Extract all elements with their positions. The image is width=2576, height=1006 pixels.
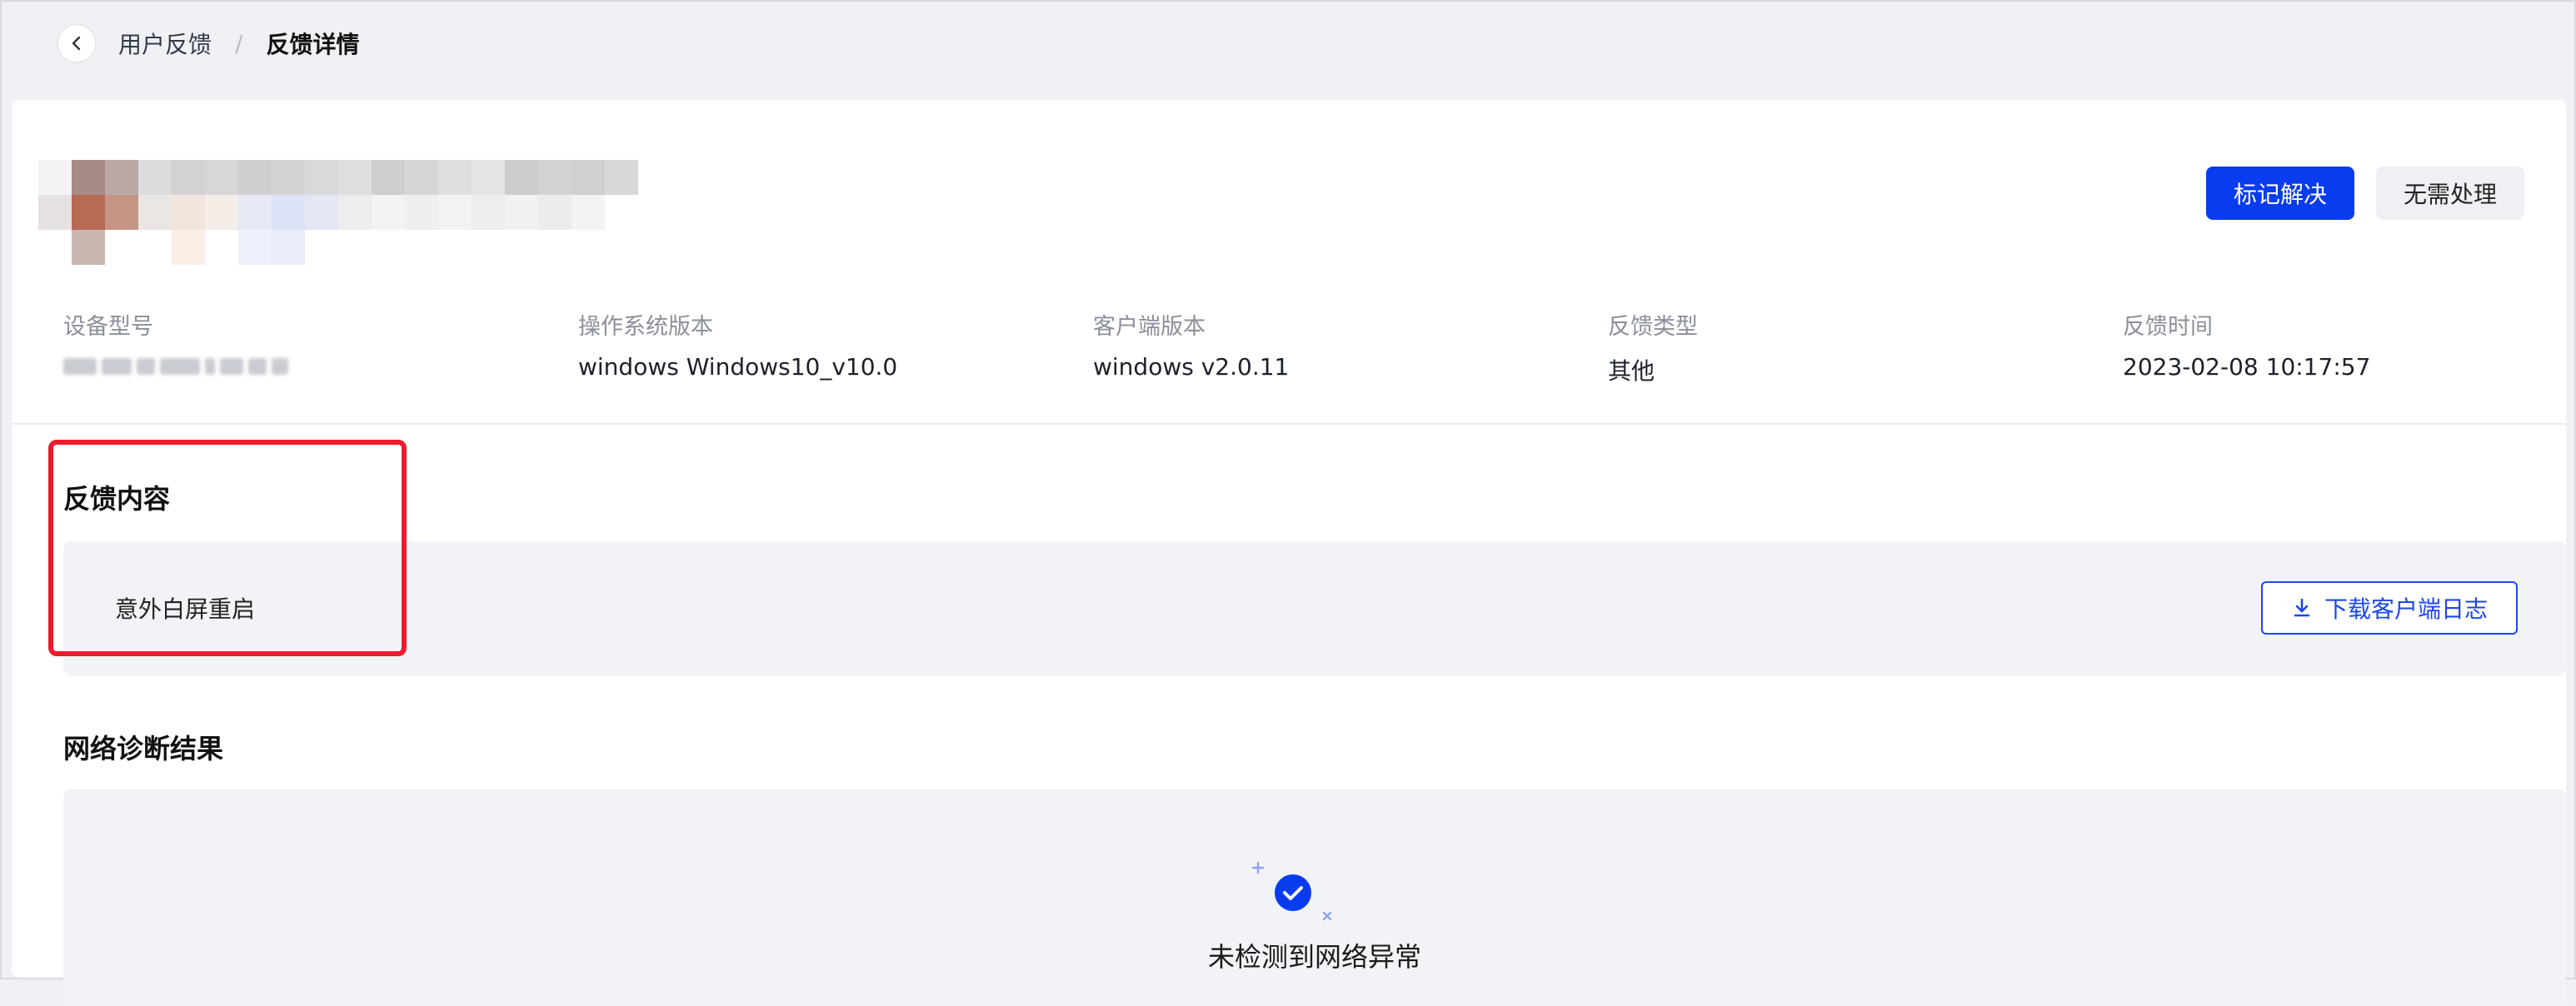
info-value: windows v2.0.11 xyxy=(1093,353,1290,381)
app-window: 用户反馈 / 反馈详情 标记解决 无需处理 设备型号 操作系统版本 window… xyxy=(0,0,2576,1006)
download-button-label: 下载客户端日志 xyxy=(2324,595,2488,623)
device-info-grid: 设备型号 操作系统版本 windows Windows10_v10.0 客户端版… xyxy=(63,308,2563,391)
redacted-user-info xyxy=(38,160,655,265)
network-diagnosis-panel: 未检测到网络异常 xyxy=(63,789,2566,1006)
redacted-device-model xyxy=(63,358,563,375)
info-feedback-type: 反馈类型 其他 xyxy=(1608,308,2108,386)
section-divider xyxy=(12,423,2566,425)
info-os-version: 操作系统版本 windows Windows10_v10.0 xyxy=(578,308,1078,386)
info-label: 反馈类型 xyxy=(1608,314,1698,340)
breadcrumb-separator: / xyxy=(235,29,243,57)
info-label: 操作系统版本 xyxy=(578,314,713,340)
info-value: 其他 xyxy=(1608,357,1655,385)
info-value: 2023-02-08 10:17:57 xyxy=(2123,353,2371,381)
mark-resolved-button[interactable]: 标记解决 xyxy=(2206,167,2354,220)
check-circle-icon xyxy=(1251,861,1332,921)
info-client-version: 客户端版本 windows v2.0.11 xyxy=(1093,308,1593,386)
chevron-left-icon xyxy=(72,36,81,51)
network-diagnosis-title: 网络诊断结果 xyxy=(63,733,224,764)
no-action-needed-button[interactable]: 无需处理 xyxy=(2376,167,2524,220)
info-device-model: 设备型号 xyxy=(63,308,563,375)
info-label: 客户端版本 xyxy=(1093,314,1206,340)
info-label: 反馈时间 xyxy=(2123,314,2213,340)
feedback-content-panel: 意外白屏重启 下载客户端日志 xyxy=(63,541,2566,676)
back-button[interactable] xyxy=(57,23,97,63)
breadcrumb: 用户反馈 / 反馈详情 xyxy=(57,20,359,67)
download-client-log-button[interactable]: 下载客户端日志 xyxy=(2261,581,2518,635)
network-diagnosis-result: 未检测到网络异常 xyxy=(1207,941,1421,973)
feedback-content-text: 意外白屏重启 xyxy=(115,595,256,623)
info-feedback-time: 反馈时间 2023-02-08 10:17:57 xyxy=(2123,308,2576,386)
download-icon xyxy=(2294,598,2310,617)
breadcrumb-parent-link[interactable]: 用户反馈 xyxy=(118,27,212,60)
breadcrumb-current: 反馈详情 xyxy=(266,31,360,58)
feedback-content-title: 反馈内容 xyxy=(63,483,171,515)
info-label: 设备型号 xyxy=(63,314,153,340)
info-value: windows Windows10_v10.0 xyxy=(578,353,898,381)
feedback-detail-card: 标记解决 无需处理 设备型号 操作系统版本 windows Windows10_… xyxy=(12,100,2566,1006)
